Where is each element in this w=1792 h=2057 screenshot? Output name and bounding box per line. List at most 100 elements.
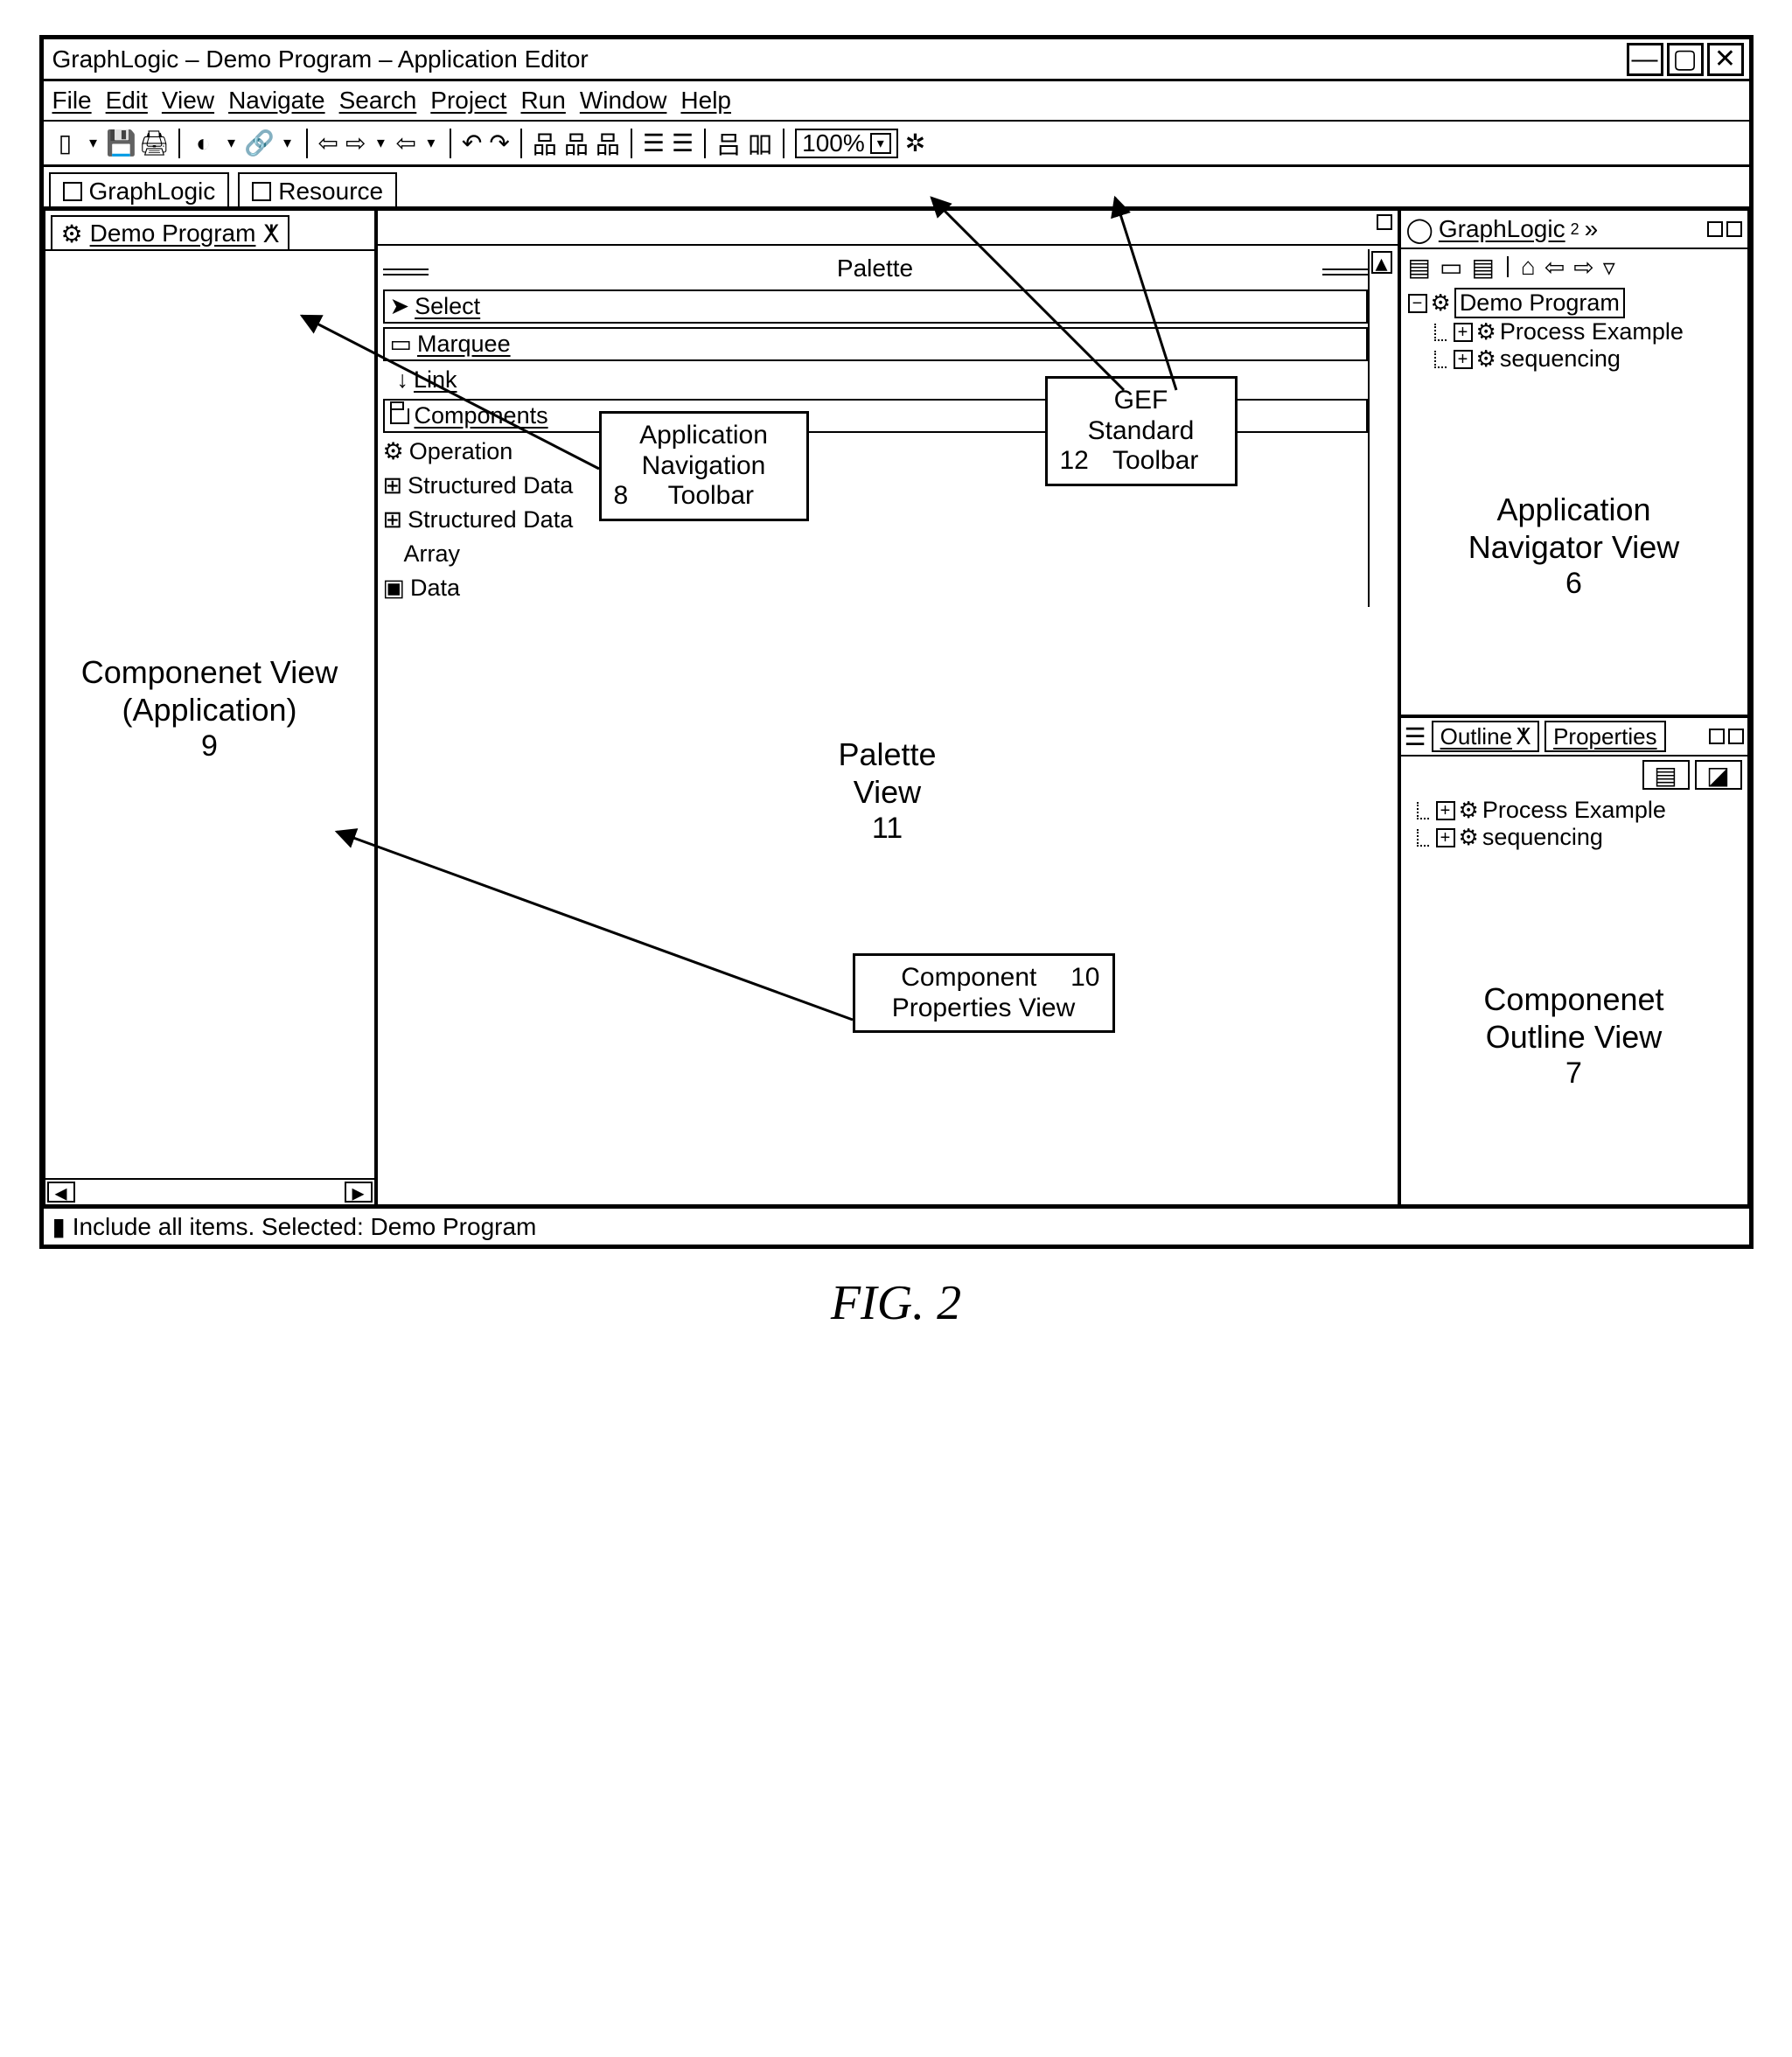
menu-view[interactable]: View <box>162 87 214 115</box>
cursor-icon: ➤ <box>390 293 410 320</box>
menu-project[interactable]: Project <box>430 87 506 115</box>
link-icon: ↓ <box>397 366 409 394</box>
align-icon[interactable]: ☰ <box>672 129 694 157</box>
chevron-down-icon[interactable]: ▾ <box>870 133 891 154</box>
editor-canvas[interactable]: Componenet View (Application) 9 ◂ ▸ <box>45 251 374 1204</box>
layout-icon[interactable]: 品 <box>596 126 620 161</box>
item-structured-data[interactable]: ⊞ Structured Data <box>383 505 1368 535</box>
menu-chevron-icon[interactable]: ▿ <box>1603 253 1615 282</box>
outline-overview-button[interactable]: ◪ <box>1695 760 1742 790</box>
match-icon[interactable]: 吅 <box>748 126 772 161</box>
nav-up-icon[interactable]: ⇦ <box>395 129 415 157</box>
save-icon[interactable]: 💾 <box>108 130 135 157</box>
folder-icon[interactable]: ▭ <box>1440 253 1462 282</box>
navigator-header: ◯ GraphLogic 2 » <box>1401 211 1747 249</box>
tool-link[interactable]: ↓ Link <box>383 365 1368 395</box>
match-icon[interactable]: 吕 <box>716 126 741 161</box>
label-line: Componenet <box>1401 980 1747 1018</box>
minimize-view-button[interactable] <box>1709 729 1725 744</box>
tree-child[interactable]: + ⚙ sequencing <box>1408 345 1740 373</box>
maximize-view-button[interactable] <box>1377 214 1392 230</box>
label-line: Navigator View <box>1401 528 1747 566</box>
horizontal-scrollbar[interactable]: ◂ ▸ <box>45 1178 374 1204</box>
layout-icon[interactable]: 品 <box>564 126 589 161</box>
tool-select[interactable]: ➤ Select <box>383 289 1368 324</box>
perspective-graphlogic[interactable]: GraphLogic <box>49 172 230 209</box>
nav-fwd-icon[interactable]: ⇨ <box>345 129 366 157</box>
navigator-tab-label[interactable]: GraphLogic <box>1439 215 1565 243</box>
expand-icon[interactable]: + <box>1436 828 1455 847</box>
perspective-resource[interactable]: Resource <box>238 172 397 209</box>
tree-root[interactable]: − ⚙ Demo Program <box>1408 288 1740 318</box>
redo-icon[interactable]: ↷ <box>489 129 509 157</box>
dropdown-icon[interactable]: ▾ <box>280 130 296 157</box>
minimize-button[interactable]: — <box>1627 43 1663 76</box>
item-array[interactable]: Array <box>383 539 1368 569</box>
minimize-view-button[interactable] <box>1707 221 1723 237</box>
run-icon[interactable]: ◐ <box>191 130 217 157</box>
collapse-icon[interactable]: − <box>1408 294 1427 313</box>
separator <box>450 129 451 158</box>
close-tab-icon[interactable]: ⵅ <box>1516 723 1531 750</box>
home-nav-icon[interactable]: ⌂ <box>1521 253 1536 281</box>
scroll-up-button[interactable]: ▴ <box>1371 251 1392 274</box>
nav-back-icon[interactable]: ⇦ <box>318 129 338 157</box>
perspective-icon <box>63 182 82 201</box>
menu-edit[interactable]: Edit <box>106 87 148 115</box>
editor-tab-demo[interactable]: ⚙ Demo Program ⵅ <box>51 215 289 250</box>
menu-window[interactable]: Window <box>580 87 667 115</box>
expand-icon[interactable]: + <box>1454 323 1473 342</box>
expand-icon[interactable]: + <box>1436 801 1455 820</box>
maximize-view-button[interactable] <box>1726 221 1742 237</box>
print-icon[interactable]: 🖨 <box>142 130 168 157</box>
drawer-components[interactable]: Components <box>383 399 1368 433</box>
tool-label: Select <box>415 293 480 320</box>
doc-icon[interactable]: ▤ <box>1471 253 1494 282</box>
marquee-icon: ▭ <box>390 331 413 358</box>
misc-icon[interactable]: ✲ <box>905 129 925 157</box>
close-button[interactable]: ✕ <box>1707 43 1744 76</box>
label-line: (Application) <box>45 691 374 729</box>
dropdown-icon[interactable]: ▾ <box>86 130 101 157</box>
item-structured-data[interactable]: ⊞ Structured Data <box>383 471 1368 501</box>
tool-marquee[interactable]: ▭ Marquee <box>383 327 1368 361</box>
close-tab-icon[interactable]: ⵅ <box>262 220 278 248</box>
tab-outline[interactable]: Outline ⵅ <box>1432 721 1539 752</box>
scroll-right-button[interactable]: ▸ <box>345 1182 373 1203</box>
tab-properties[interactable]: Properties <box>1544 721 1666 752</box>
zoom-field[interactable]: 100% ▾ <box>795 129 898 158</box>
status-bar: ▮ Include all items. Selected: Demo Prog… <box>44 1206 1749 1245</box>
undo-icon[interactable]: ↶ <box>462 129 482 157</box>
item-label: Data <box>410 575 460 602</box>
tree-child[interactable]: + ⚙ Process Example <box>1408 318 1740 345</box>
item-operation[interactable]: ⚙ Operation <box>383 436 1368 467</box>
tree-child[interactable]: + ⚙ sequencing <box>1408 824 1740 851</box>
dropdown-icon[interactable]: ▾ <box>373 130 388 157</box>
outline-tree-button[interactable]: ▤ <box>1642 760 1690 790</box>
menu-navigate[interactable]: Navigate <box>228 87 325 115</box>
menu-run[interactable]: Run <box>520 87 565 115</box>
align-icon[interactable]: ☰ <box>643 129 665 157</box>
menu-file[interactable]: File <box>52 87 92 115</box>
new-icon[interactable]: ▯ <box>52 130 79 157</box>
dropdown-icon[interactable]: ▾ <box>423 130 439 157</box>
menu-search[interactable]: Search <box>339 87 417 115</box>
maximize-view-button[interactable] <box>1728 729 1744 744</box>
layout-icon[interactable]: 品 <box>533 126 557 161</box>
canvas-body[interactable]: Componenet View (Application) 9 <box>45 251 374 1178</box>
menu-help[interactable]: Help <box>680 87 731 115</box>
tree-child[interactable]: + ⚙ Process Example <box>1408 797 1740 824</box>
dropdown-icon[interactable]: ▾ <box>224 130 240 157</box>
fwd-icon[interactable]: ⇨ <box>1573 253 1593 282</box>
item-data[interactable]: ▣ Data <box>383 573 1368 603</box>
scroll-left-button[interactable]: ◂ <box>47 1182 75 1203</box>
workbench: ◯ GraphLogic 2 » ▤ ▭ ▤ ⌂ ⇦ ⇨ <box>44 209 1749 1206</box>
expand-icon[interactable]: + <box>1454 350 1473 369</box>
home-icon[interactable]: ▤ <box>1408 253 1431 282</box>
back-icon[interactable]: ⇦ <box>1544 253 1565 282</box>
navigator-view: ◯ GraphLogic 2 » ▤ ▭ ▤ ⌂ ⇦ ⇨ <box>1399 209 1749 716</box>
debug-icon[interactable]: 🔗 <box>247 130 273 157</box>
ref-number: 7 <box>1401 1056 1747 1091</box>
maximize-button[interactable]: ▢ <box>1667 43 1704 76</box>
tab-label: Properties <box>1553 723 1657 750</box>
